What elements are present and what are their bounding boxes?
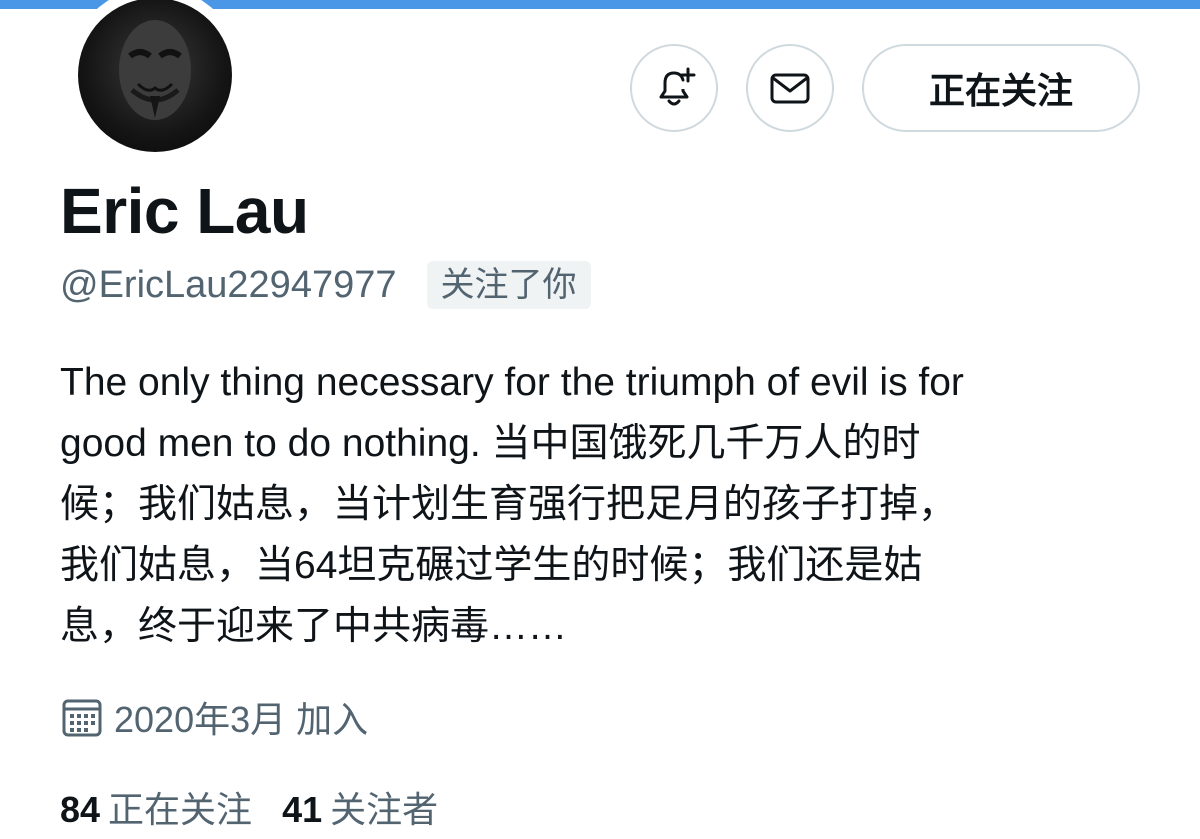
following-button[interactable]: 正在关注	[862, 44, 1140, 132]
user-handle: @EricLau22947977	[60, 264, 397, 306]
calendar-icon	[62, 699, 102, 737]
follows-you-badge: 关注了你	[426, 261, 591, 309]
followers-count: 41	[282, 789, 323, 830]
bio-line: 候；我们姑息，当计划生育强行把足月的孩子打掉，	[60, 483, 958, 526]
message-button[interactable]	[746, 44, 834, 132]
mask-face-icon	[119, 20, 191, 120]
notification-button[interactable]	[630, 44, 718, 132]
avatar-image	[78, 0, 232, 152]
joined-date: 2020年3月 加入	[114, 699, 369, 740]
joined-date-row: 2020年3月 加入	[60, 690, 368, 744]
bell-plus-icon	[659, 67, 696, 106]
following-count: 84	[60, 789, 101, 830]
following-label: 正在关注	[108, 789, 253, 830]
bio-line: 息，终于迎来了中共病毒……	[60, 605, 568, 648]
profile-bio: The only thing necessary for the triumph…	[60, 352, 1160, 657]
bio-line: 我们姑息，当64坦克碾过学生的时候；我们还是姑	[60, 544, 923, 587]
profile-page: 正在关注 Eric Lau @EricLau22947977 关注了你 The …	[0, 0, 1200, 839]
following-stat-link[interactable]: 84 正在关注	[60, 781, 252, 833]
follow-stats: 84 正在关注 41 关注者	[60, 780, 438, 834]
followers-label: 关注者	[330, 789, 439, 830]
bio-line: good men to do nothing. 当中国饿死几千万人的时	[60, 422, 921, 465]
envelope-icon	[770, 73, 810, 104]
followers-stat-link[interactable]: 41 关注者	[282, 781, 438, 833]
avatar[interactable]	[67, 0, 243, 163]
bio-line: The only thing necessary for the triumph…	[60, 361, 964, 404]
display-name: Eric Lau	[60, 175, 309, 247]
handle-row: @EricLau22947977 关注了你	[60, 258, 591, 312]
